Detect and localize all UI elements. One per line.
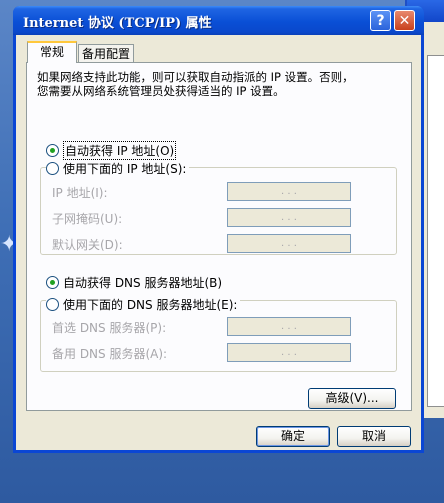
tcpip-properties-dialog: Internet 协议 (TCP/IP) 属性 ? ✕ 常规 备用配置 如果网络… xyxy=(13,6,424,453)
tab-alternate-configuration[interactable]: 备用配置 xyxy=(78,44,134,64)
manual-dns-radio-button[interactable] xyxy=(46,298,59,311)
auto-dns-label: 自动获得 DNS 服务器地址(B) xyxy=(63,276,223,290)
window-title: Internet 协议 (TCP/IP) 属性 xyxy=(23,16,212,31)
manual-dns-label: 使用下面的 DNS 服务器地址(E): xyxy=(63,298,238,312)
alternate-dns-input[interactable]: . . . xyxy=(227,343,351,362)
manual-ip-radio[interactable]: 使用下面的 IP 地址(S): xyxy=(46,160,190,177)
subnet-mask-label: 子网掩码(U): xyxy=(52,212,123,226)
desktop-icon: ✦ xyxy=(0,232,19,257)
advanced-button[interactable]: 高级(V)... xyxy=(308,388,396,409)
auto-ip-radio[interactable]: 自动获得 IP 地址(O) xyxy=(46,141,177,160)
default-gateway-label: 默认网关(D): xyxy=(52,238,123,252)
preferred-dns-label: 首选 DNS 服务器(P): xyxy=(52,321,167,335)
description-text: 如果网络支持此功能，则可以获取自动指派的 IP 设置。否则， 您需要从网络系统管… xyxy=(37,70,354,98)
preferred-dns-input[interactable]: . . . xyxy=(227,317,351,336)
ip-address-label: IP 地址(I): xyxy=(52,186,108,200)
auto-dns-radio[interactable]: 自动获得 DNS 服务器地址(B) xyxy=(46,274,222,291)
close-button[interactable]: ✕ xyxy=(394,10,415,31)
manual-dns-radio[interactable]: 使用下面的 DNS 服务器地址(E): xyxy=(46,296,241,313)
auto-dns-radio-button[interactable] xyxy=(46,276,59,289)
auto-ip-radio-button[interactable] xyxy=(46,144,59,157)
alternate-dns-label: 备用 DNS 服务器(A): xyxy=(52,347,168,361)
help-button[interactable]: ? xyxy=(370,10,391,31)
manual-ip-label: 使用下面的 IP 地址(S): xyxy=(63,162,187,176)
background-window-panel xyxy=(427,55,444,407)
general-tab-panel: 如果网络支持此功能，则可以获取自动指派的 IP 设置。否则， 您需要从网络系统管… xyxy=(26,62,412,411)
tab-general[interactable]: 常规 xyxy=(27,41,77,63)
auto-ip-label: 自动获得 IP 地址(O) xyxy=(63,141,177,160)
title-bar[interactable]: Internet 协议 (TCP/IP) 属性 ? ✕ xyxy=(13,6,424,35)
default-gateway-input[interactable]: . . . xyxy=(227,234,351,253)
cancel-button[interactable]: 取消 xyxy=(337,426,411,447)
help-icon: ? xyxy=(376,12,385,29)
ok-button[interactable]: 确定 xyxy=(256,426,330,447)
subnet-mask-input[interactable]: . . . xyxy=(227,208,351,227)
ip-address-input[interactable]: . . . xyxy=(227,182,351,201)
manual-ip-radio-button[interactable] xyxy=(46,162,59,175)
close-icon: ✕ xyxy=(398,12,411,29)
